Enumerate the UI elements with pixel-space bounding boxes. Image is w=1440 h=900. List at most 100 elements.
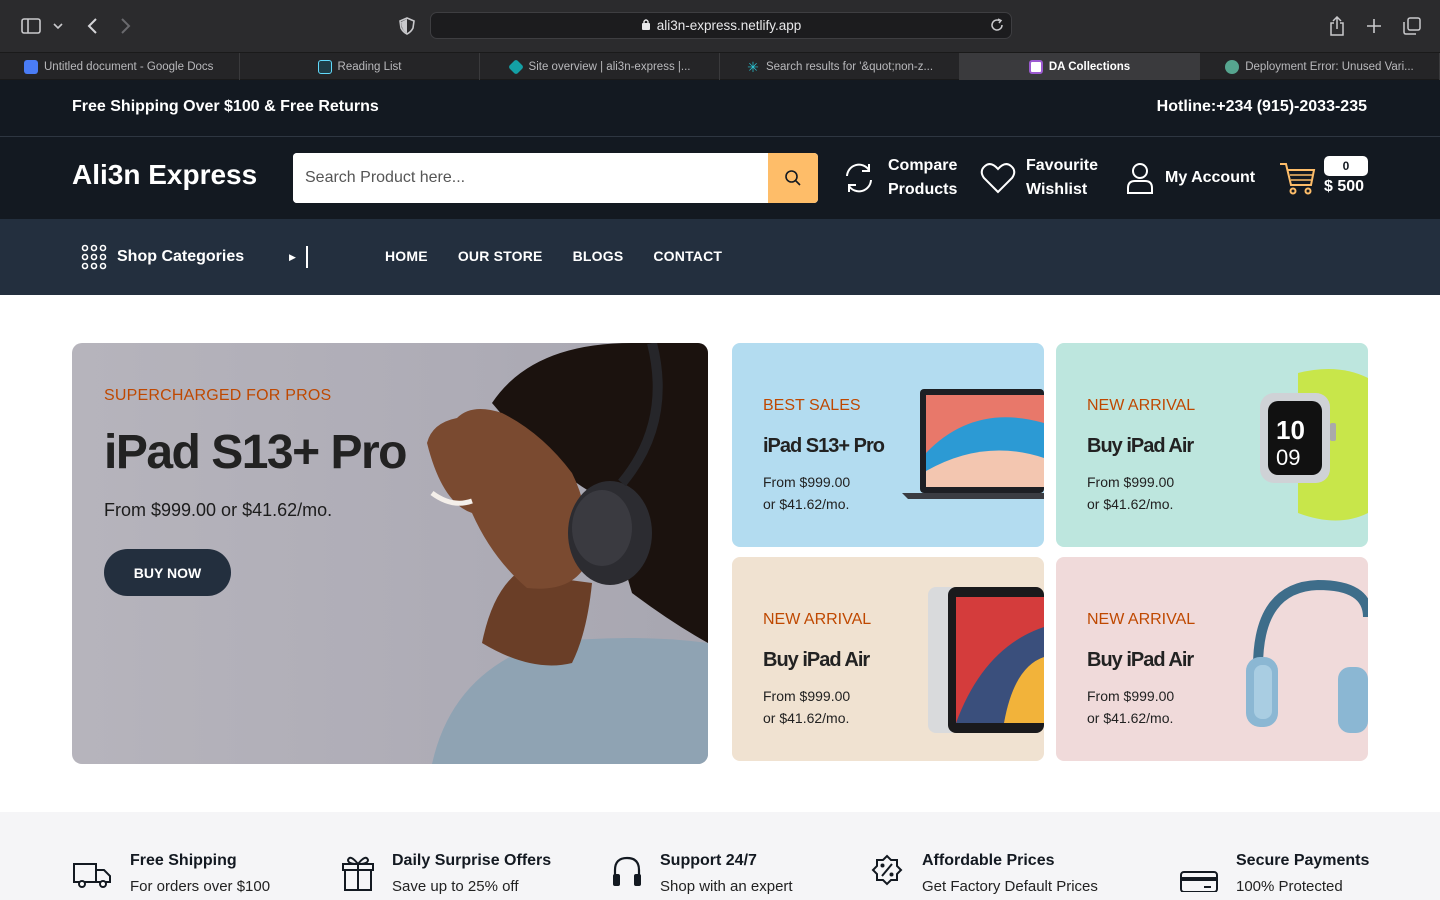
shipping-promo-text: Free Shipping Over $100 & Free Returns	[72, 98, 379, 115]
buy-now-button[interactable]: BUY NOW	[104, 549, 231, 596]
heart-icon	[980, 163, 1016, 194]
service-title: Support 24/7	[660, 852, 757, 869]
cart-link[interactable]	[1278, 153, 1316, 203]
site-logo[interactable]: Ali3n Express	[72, 159, 257, 191]
service-title: Daily Surprise Offers	[392, 852, 552, 869]
compare-refresh-icon	[846, 163, 872, 193]
chevron-down-icon[interactable]	[52, 14, 64, 38]
shop-categories-label: Shop Categories	[117, 248, 245, 265]
wishlist-label-1: Favourite	[1026, 157, 1099, 174]
search-box	[293, 153, 818, 203]
service-subtitle: Save up to 25% off	[392, 878, 519, 895]
hero-title: iPad S13+ Pro	[104, 426, 408, 479]
compare-products-link[interactable]: Compare Products	[840, 153, 957, 203]
search-button[interactable]	[768, 153, 818, 203]
nav-divider	[306, 246, 308, 268]
card-price: From $999.00	[763, 688, 851, 704]
nav-link-blogs[interactable]: BLOGS	[573, 248, 624, 264]
shield-icon[interactable]	[397, 14, 417, 38]
wishlist-link[interactable]: Favourite Wishlist	[980, 153, 1098, 203]
chatgpt-icon	[1225, 59, 1240, 74]
address-bar[interactable]: ali3n-express.netlify.app	[430, 12, 1012, 39]
laptop-image	[902, 389, 1044, 499]
card-monthly-price: or $41.62/mo.	[1087, 496, 1174, 512]
tablet-image	[928, 587, 1044, 733]
hero-text: SUPERCHARGED FOR PROS iPad S13+ Pro From…	[104, 387, 408, 521]
browser-tab[interactable]: ✳ Search results for '&quot;non-z...	[720, 53, 960, 80]
hero-price: From $999.00 or $41.62/mo.	[104, 500, 333, 520]
cart-count-badge: 0	[1324, 156, 1368, 176]
service-item: Affordable Prices Get Factory Default Pri…	[870, 852, 1098, 895]
card-eyebrow: BEST SALES	[763, 397, 861, 414]
card-price: From $999.00	[1087, 474, 1175, 490]
promo-card-watch[interactable]: 10 09 NEW ARRIVAL Buy iPad Air From $999…	[1056, 343, 1368, 547]
gift-icon	[342, 856, 374, 891]
share-icon[interactable]	[1326, 14, 1348, 38]
browser-tab[interactable]: Deployment Error: Unused Vari...	[1200, 53, 1440, 80]
compare-label-2: Products	[888, 181, 958, 198]
netlify-icon	[507, 58, 524, 75]
card-eyebrow: NEW ARRIVAL	[1087, 397, 1196, 414]
cart-icon	[1280, 163, 1316, 195]
reload-icon[interactable]	[989, 17, 1005, 36]
card-eyebrow: NEW ARRIVAL	[1087, 611, 1196, 628]
headset-icon	[613, 856, 641, 886]
sparkle-icon: ✳	[747, 58, 759, 75]
site-header: Ali3n Express Compare Products Favourite W…	[0, 137, 1440, 219]
tab-label: Reading List	[337, 60, 402, 73]
smartwatch-image: 10 09	[1260, 369, 1368, 521]
google-docs-icon	[24, 59, 38, 74]
my-account-link[interactable]: My Account	[1125, 153, 1255, 203]
cart-total: $ 500	[1324, 178, 1365, 195]
main-nav: Shop Categories ▶ HOME OUR STORE BLOGS C…	[0, 219, 1440, 295]
service-title: Affordable Prices	[922, 852, 1055, 869]
tab-bar: Untitled document - Google Docs Reading …	[0, 52, 1440, 80]
forward-icon[interactable]	[116, 14, 136, 38]
service-title: Free Shipping	[130, 852, 237, 869]
browser-tab[interactable]: Site overview | ali3n-express |...	[480, 53, 720, 80]
nav-link-contact[interactable]: CONTACT	[653, 248, 722, 264]
svg-text:10: 10	[1276, 415, 1305, 445]
tab-label: Search results for '&quot;non-z...	[765, 60, 934, 73]
shop-categories-dropdown[interactable]: Shop Categories ▶	[81, 244, 308, 270]
service-item: Secure Payments 100% Protected	[1180, 852, 1369, 895]
new-tab-icon[interactable]	[1364, 14, 1384, 38]
card-title: iPad S13+ Pro	[763, 435, 885, 457]
card-monthly-price: or $41.62/mo.	[763, 710, 850, 726]
service-subtitle: 100% Protected	[1236, 878, 1343, 895]
browser-tab[interactable]: Reading List	[240, 53, 480, 80]
my-account-label: My Account	[1165, 169, 1256, 186]
service-subtitle: For orders over $100	[130, 878, 271, 895]
nav-link-home[interactable]: HOME	[385, 248, 428, 264]
services-strip: Free Shipping For orders over $100 Daily …	[0, 812, 1440, 900]
compare-label-1: Compare	[888, 157, 958, 174]
card-price: From $999.00	[1087, 688, 1175, 704]
search-input[interactable]	[293, 153, 768, 203]
card-title: Buy iPad Air	[1087, 435, 1194, 457]
sidebar-toggle-icon[interactable]	[20, 14, 42, 38]
service-item: Daily Surprise Offers Save up to 25% off	[342, 852, 551, 895]
service-item: Free Shipping For orders over $100	[72, 852, 270, 895]
url-text: ali3n-express.netlify.app	[656, 18, 802, 33]
browser-toolbar: ali3n-express.netlify.app	[0, 0, 1440, 52]
nav-link-our-store[interactable]: OUR STORE	[458, 248, 543, 264]
promo-card-laptop[interactable]: BEST SALES iPad S13+ Pro From $999.00 or…	[732, 343, 1044, 547]
collections-icon	[1028, 59, 1043, 74]
promo-card-tablet[interactable]: NEW ARRIVAL Buy iPad Air From $999.00 or…	[732, 557, 1044, 761]
credit-card-icon	[1180, 871, 1218, 892]
promo-bar: Free Shipping Over $100 & Free Returns H…	[0, 80, 1440, 137]
search-icon	[785, 170, 801, 186]
promo-card-headphones[interactable]: NEW ARRIVAL Buy iPad Air From $999.00 or…	[1056, 557, 1368, 761]
hotline-link[interactable]: Hotline:+234 (915)-2033-235	[1157, 98, 1367, 116]
wishlist-label-2: Wishlist	[1026, 181, 1088, 198]
grid-dots-icon	[81, 244, 107, 270]
browser-tab-active[interactable]: DA Collections	[960, 53, 1200, 80]
card-price: From $999.00	[763, 474, 851, 490]
back-icon[interactable]	[82, 14, 102, 38]
nav-menu: HOME OUR STORE BLOGS CONTACT	[385, 248, 722, 264]
browser-tab[interactable]: Untitled document - Google Docs	[0, 53, 240, 80]
main-hero-banner[interactable]: SUPERCHARGED FOR PROS iPad S13+ Pro From…	[72, 343, 708, 764]
card-title: Buy iPad Air	[1087, 649, 1194, 671]
tab-overview-icon[interactable]	[1401, 14, 1423, 38]
card-title: Buy iPad Air	[763, 649, 870, 671]
